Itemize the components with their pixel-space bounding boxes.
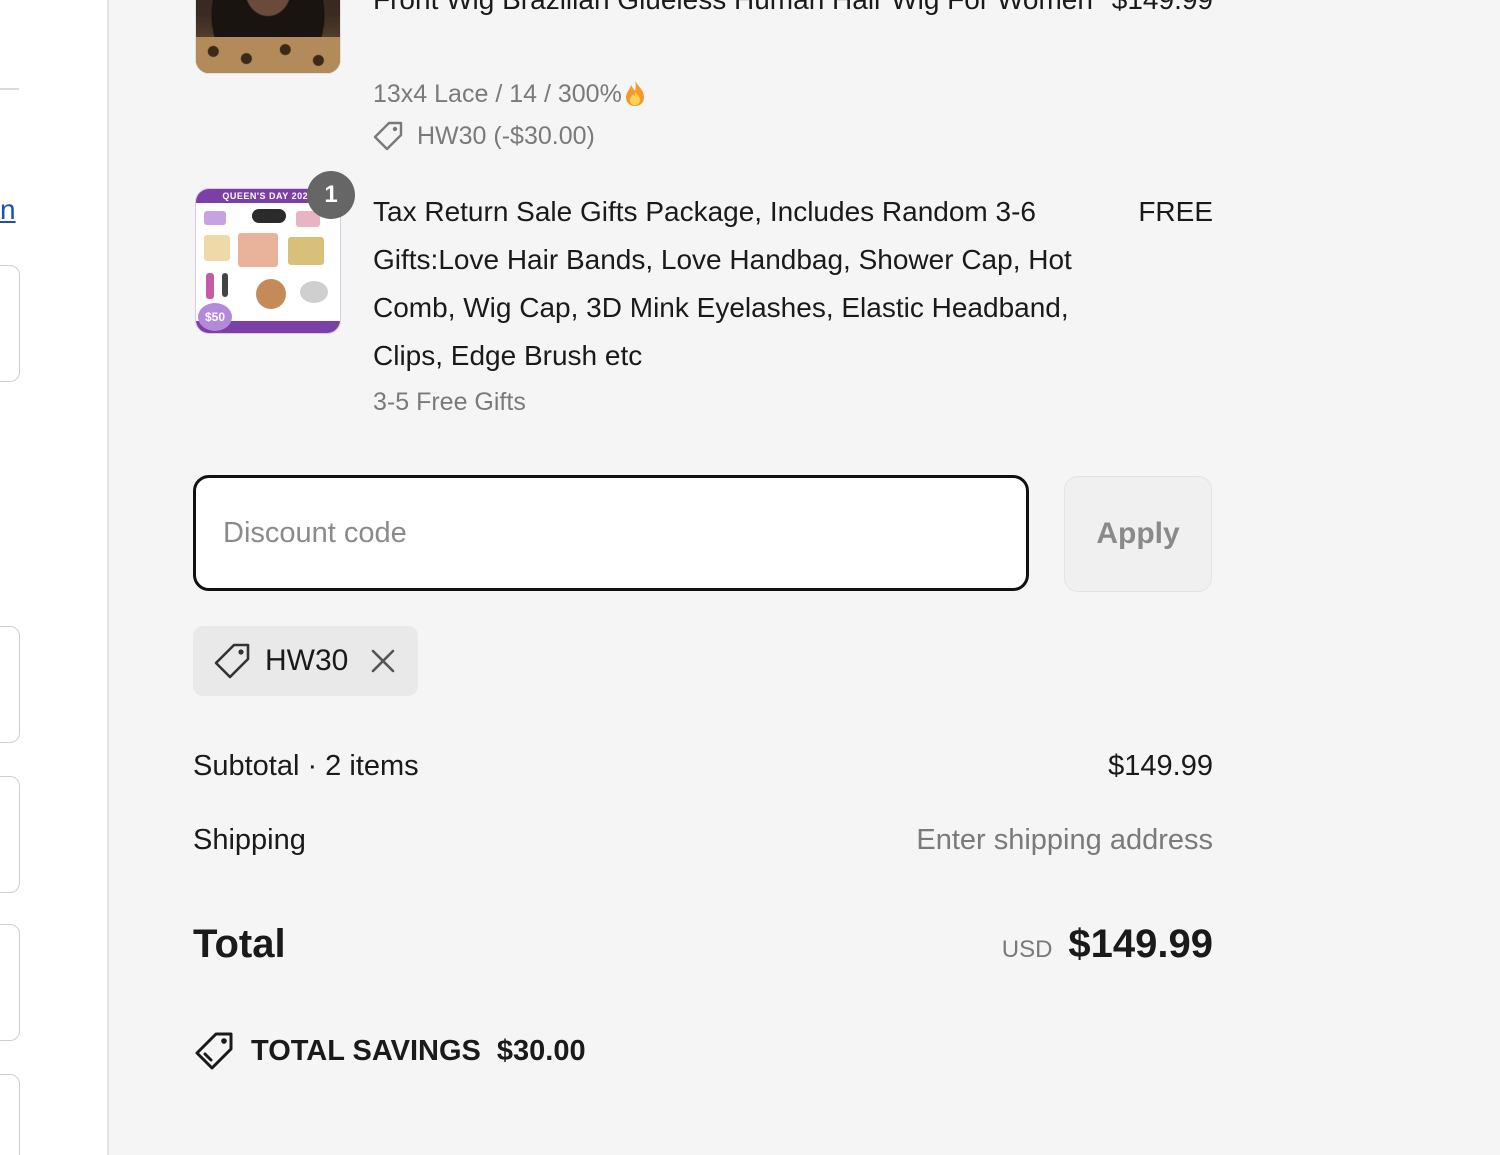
line-item-price: $149.99 xyxy=(1112,0,1213,24)
gift-item xyxy=(252,209,286,223)
gift-item xyxy=(256,279,286,309)
tag-icon xyxy=(373,121,403,151)
line-item-title: Front Wig Brazilian Glueless Human Hair … xyxy=(373,0,1113,24)
section-divider xyxy=(0,88,19,90)
applied-code-text: HW30 xyxy=(265,644,349,677)
line-item-price: FREE xyxy=(1138,196,1213,227)
form-field[interactable] xyxy=(0,924,20,1041)
currency-code: USD xyxy=(1001,936,1053,963)
gift-item xyxy=(222,273,228,297)
form-field[interactable] xyxy=(0,1074,20,1155)
close-icon[interactable] xyxy=(370,648,396,674)
total-savings: TOTAL SAVINGS $30.00 xyxy=(193,1030,586,1072)
shipping-value: Enter shipping address xyxy=(916,824,1213,856)
total-value-group: USD $149.99 xyxy=(1002,922,1213,967)
tag-icon xyxy=(214,643,250,679)
apply-discount-button[interactable]: Apply xyxy=(1064,476,1212,592)
subtotal-row: Subtotal · 2 items $149.99 xyxy=(193,750,1213,783)
variant-text: 13x4 Lace / 14 / 300% xyxy=(373,80,622,108)
gift-item xyxy=(288,237,324,265)
gift-item xyxy=(300,281,328,303)
quantity-badge: 1 xyxy=(307,171,355,219)
discount-code-input[interactable] xyxy=(193,475,1029,591)
price-badge: $50 xyxy=(198,303,232,331)
line-item-variant: 3-5 Free Gifts xyxy=(373,388,526,416)
line-item-variant: 13x4 Lace / 14 / 300% xyxy=(373,76,646,112)
form-field[interactable] xyxy=(0,626,20,743)
gift-item xyxy=(238,233,278,267)
flame-icon xyxy=(625,80,644,106)
form-link[interactable]: n xyxy=(0,192,16,228)
total-label: Total xyxy=(193,922,286,966)
gift-item xyxy=(206,273,214,299)
order-summary: Front Wig Brazilian Glueless Human Hair … xyxy=(109,0,1500,1155)
applied-code-chip: HW30 xyxy=(193,626,419,696)
total-amount: $149.99 xyxy=(1068,922,1213,966)
savings-value: $30.00 xyxy=(496,1034,586,1067)
savings-label: TOTAL SAVINGS xyxy=(251,1034,481,1067)
form-field[interactable] xyxy=(0,776,20,893)
gift-item xyxy=(204,235,230,261)
total-row: Total USD $149.99 xyxy=(193,922,1213,967)
applied-discount-line: HW30 (-$30.00) xyxy=(373,118,595,154)
wig-product-image xyxy=(195,0,341,74)
line-item-title: Tax Return Sale Gifts Package, Includes … xyxy=(373,196,1072,371)
shipping-row: Shipping Enter shipping address xyxy=(193,824,1213,857)
gift-item xyxy=(204,211,226,225)
shipping-label: Shipping xyxy=(193,824,306,856)
form-field[interactable] xyxy=(0,265,20,382)
savings-tag-icon xyxy=(195,1032,233,1070)
subtotal-value: $149.99 xyxy=(1108,750,1213,782)
applied-discount-text: HW30 (-$30.00) xyxy=(417,122,595,150)
subtotal-label: Subtotal · 2 items xyxy=(193,750,419,782)
checkout-form-column: n xyxy=(0,0,107,1155)
product-image-detail xyxy=(196,37,340,73)
